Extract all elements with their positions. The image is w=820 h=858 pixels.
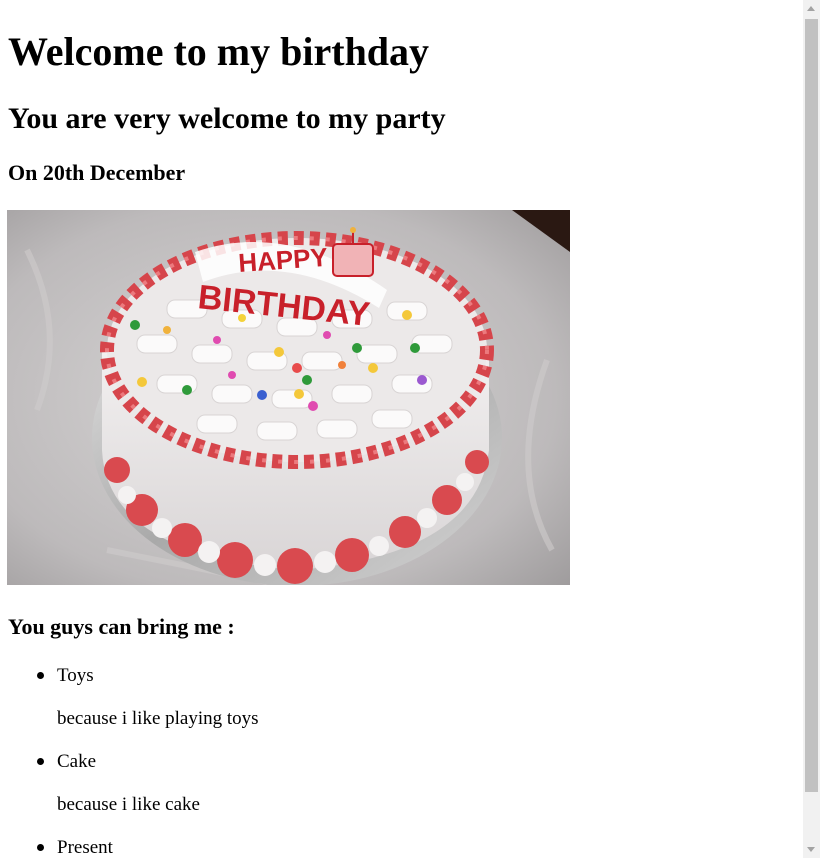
party-date-heading: On 20th December	[8, 160, 186, 185]
list-item-reason: because i like playing toys	[57, 708, 259, 729]
party-invitation-heading: You are very welcome to my party	[8, 102, 446, 135]
wishlist: Toys because i like playing toys Cake be…	[8, 663, 708, 858]
list-item-present: Present	[8, 835, 708, 858]
page-title: Welcome to my birthday	[8, 29, 430, 74]
list-item-cake: Cake	[8, 749, 708, 775]
bullet-icon	[37, 844, 44, 851]
scroll-down-arrow-icon[interactable]	[803, 841, 820, 858]
cake-topper-happy-text: HAPPY	[237, 242, 328, 278]
wishlist-heading: You guys can bring me :	[8, 614, 235, 639]
list-item-label: Toys	[57, 665, 94, 686]
list-item-label: Cake	[57, 751, 97, 772]
list-item-reason: because i like cake	[57, 794, 200, 815]
birthday-cake-image: HAPPY BIRTHDAY	[7, 210, 570, 585]
list-item-toys: Toys	[8, 663, 708, 689]
bullet-icon	[37, 758, 44, 765]
page-viewport: Welcome to my birthday You are very welc…	[0, 0, 803, 858]
bullet-icon	[37, 672, 44, 679]
scrollbar-thumb[interactable]	[805, 19, 818, 792]
scroll-up-arrow-icon[interactable]	[803, 0, 820, 17]
list-item-label: Present	[57, 837, 113, 858]
vertical-scrollbar[interactable]	[803, 0, 820, 858]
